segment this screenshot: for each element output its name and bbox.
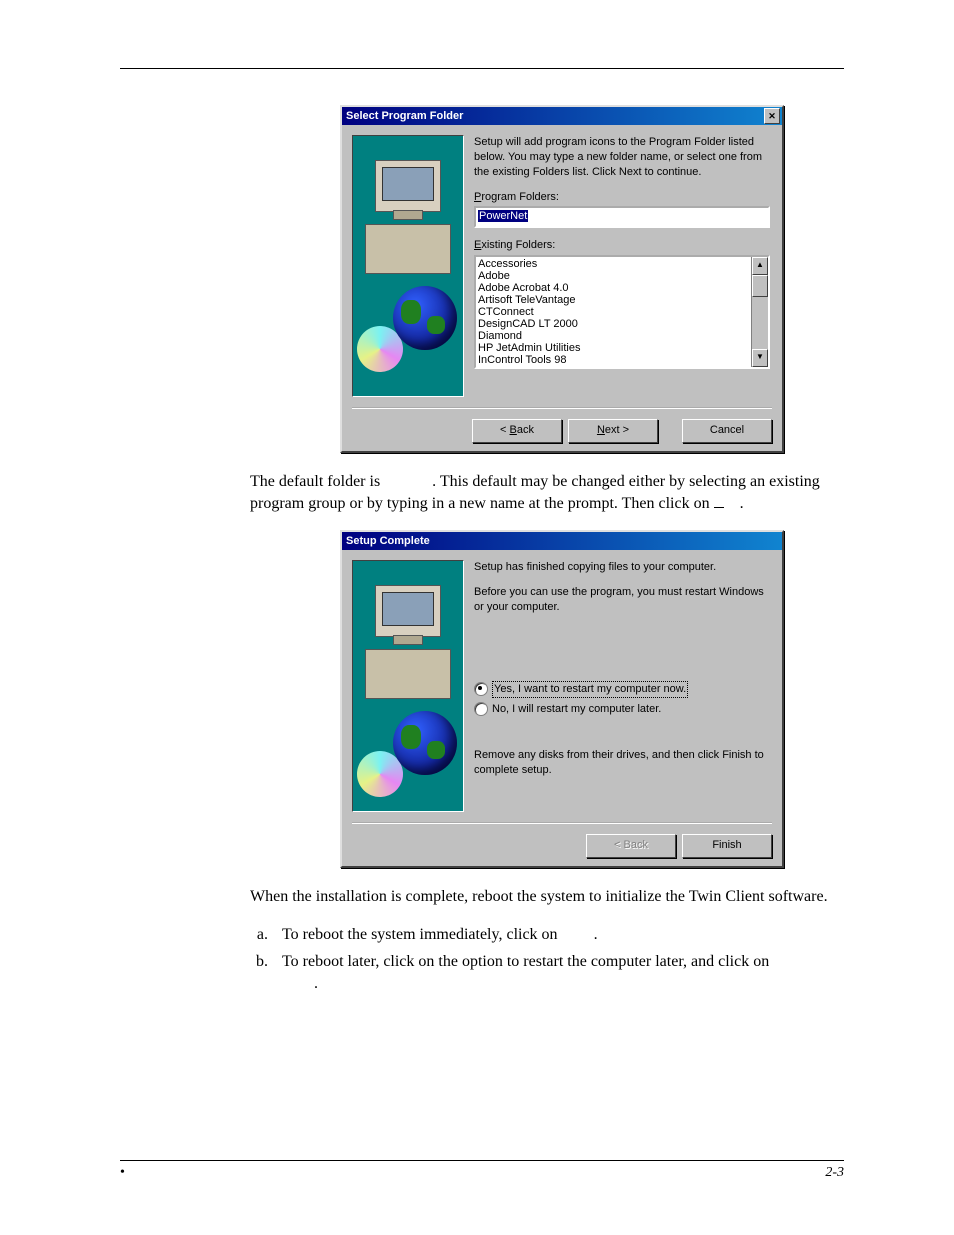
existing-folders-listbox[interactable]: Accessories Adobe Adobe Acrobat 4.0 Arti…: [474, 255, 770, 369]
paragraph: The default folder is . This default may…: [250, 471, 844, 514]
list-item[interactable]: Adobe: [478, 270, 749, 282]
text-line: Before you can use the program, you must…: [474, 585, 770, 615]
dialog-title: Setup Complete: [346, 534, 430, 549]
dialog-select-program-folder: Select Program Folder ✕ Setup will add p…: [340, 105, 784, 453]
list-item[interactable]: InControl Tools 98: [478, 354, 749, 366]
dialog-setup-complete: Setup Complete Setup has finished copyin…: [340, 530, 784, 868]
top-rule: [120, 68, 844, 69]
page-footer: • 2-3: [120, 1160, 844, 1181]
list-item[interactable]: CTConnect: [478, 306, 749, 318]
wizard-graphic: [352, 135, 464, 397]
dialog-intro: Setup will add program icons to the Prog…: [474, 135, 770, 180]
list-item[interactable]: DesignCAD LT 2000: [478, 318, 749, 330]
text-line: Remove any disks from their drives, and …: [474, 748, 770, 778]
list-item[interactable]: Accessories: [478, 258, 749, 270]
cancel-button[interactable]: Cancel: [682, 419, 772, 443]
page-number: 2-3: [825, 1165, 844, 1181]
next-button[interactable]: Next >: [568, 419, 658, 443]
list-item[interactable]: Adobe Acrobat 4.0: [478, 282, 749, 294]
list-item[interactable]: Diamond: [478, 330, 749, 342]
radio-icon[interactable]: [474, 682, 488, 696]
program-folders-label: Program Folders:: [474, 190, 770, 205]
scroll-thumb[interactable]: [752, 275, 768, 297]
finish-button[interactable]: Finish: [682, 834, 772, 858]
titlebar[interactable]: Select Program Folder ✕: [342, 107, 782, 125]
paragraph: When the installation is complete, reboo…: [250, 886, 844, 908]
radio-label: Yes, I want to restart my computer now.: [492, 681, 688, 698]
list-item[interactable]: Artisoft TeleVantage: [478, 294, 749, 306]
radio-icon[interactable]: [474, 702, 488, 716]
titlebar: Setup Complete: [342, 532, 782, 550]
program-folder-value: PowerNet: [478, 210, 528, 222]
list-item[interactable]: HP JetAdmin Utilities: [478, 342, 749, 354]
radio-label: No, I will restart my computer later.: [492, 702, 661, 717]
footer-separator: •: [120, 1165, 125, 1181]
back-button: < Back: [586, 834, 676, 858]
list-item-a: To reboot the system immediately, click …: [276, 924, 844, 946]
scroll-down-icon[interactable]: ▼: [752, 349, 768, 367]
dialog-title: Select Program Folder: [346, 109, 463, 124]
scrollbar[interactable]: ▲ ▼: [751, 257, 768, 367]
close-icon[interactable]: ✕: [764, 108, 780, 124]
program-folder-input[interactable]: PowerNet: [474, 206, 770, 228]
wizard-graphic: [352, 560, 464, 812]
list-item-b: To reboot later, click on the option to …: [276, 951, 844, 994]
back-button[interactable]: < Back: [472, 419, 562, 443]
radio-restart-later[interactable]: No, I will restart my computer later.: [474, 702, 770, 717]
scroll-up-icon[interactable]: ▲: [752, 257, 768, 275]
existing-folders-label: Existing Folders:: [474, 238, 770, 253]
radio-restart-now[interactable]: Yes, I want to restart my computer now.: [474, 681, 770, 698]
text-line: Setup has finished copying files to your…: [474, 560, 770, 575]
